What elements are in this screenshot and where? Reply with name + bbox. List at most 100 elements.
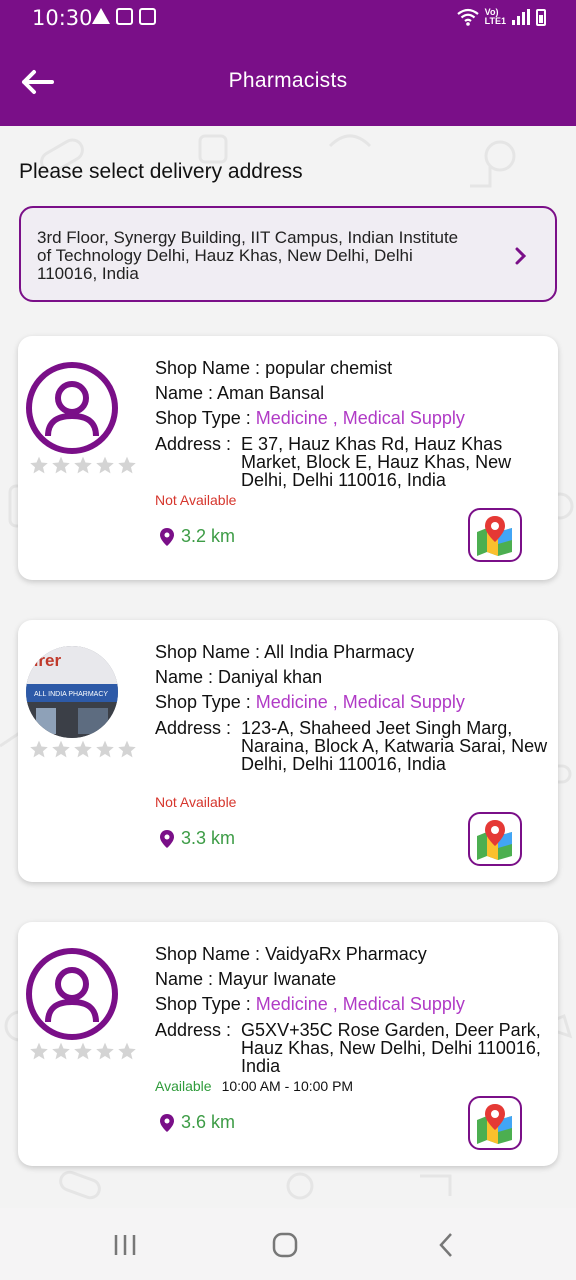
status-bar: 10:30 Vo) LTE1 — [0, 0, 576, 38]
shop-name-row: Shop Name : All India Pharmacy — [155, 640, 550, 665]
signal-icon — [512, 9, 530, 25]
shop-type: Medicine , Medical Supply — [255, 994, 465, 1014]
star-icon[interactable] — [29, 1041, 49, 1061]
name-label: Name : — [155, 969, 219, 989]
shop-type-label: Shop Type : — [155, 692, 256, 712]
address-label: Address : — [155, 718, 232, 738]
star-icon[interactable] — [29, 455, 49, 475]
shop-address: G5XV+35C Rose Garden, Deer Park, Hauz Kh… — [241, 1020, 541, 1076]
shop-type-row: Shop Type : Medicine , Medical Supply — [155, 406, 550, 431]
avatar: urer ALL INDIA PHARMACY — [26, 646, 118, 738]
availability-status: Not Available — [155, 492, 237, 508]
star-icon[interactable] — [95, 739, 115, 759]
shop-name: VaidyaRx Pharmacy — [265, 944, 427, 964]
availability-text: Available — [155, 1078, 212, 1094]
wifi-icon — [456, 8, 479, 26]
shop-type-row: Shop Type : Medicine , Medical Supply — [155, 690, 550, 715]
pharmacist-name: Mayur Iwanate — [218, 969, 337, 989]
network-type: Vo) LTE1 — [485, 8, 506, 26]
name-row: Name : Daniyal khan — [155, 665, 550, 690]
star-icon[interactable] — [95, 1041, 115, 1061]
map-button[interactable] — [468, 812, 522, 866]
star-icon[interactable] — [29, 739, 49, 759]
star-icon[interactable] — [51, 455, 71, 475]
star-icon[interactable] — [51, 739, 71, 759]
rating-stars[interactable] — [29, 455, 137, 475]
shop-name: popular chemist — [265, 358, 393, 378]
map-icon — [477, 820, 512, 860]
distance-value: 3.2 km — [181, 526, 236, 546]
rating-stars[interactable] — [29, 739, 137, 759]
recent-apps-icon[interactable] — [110, 1230, 140, 1260]
map-icon — [477, 1104, 512, 1144]
name-row: Name : Mayur Iwanate — [155, 967, 550, 992]
shop-name-row: Shop Name : popular chemist — [155, 356, 550, 381]
user-placeholder-icon — [45, 381, 99, 437]
status-time: 10:30 — [32, 6, 93, 30]
address-row: Address : G5XV+35C Rose Garden, Deer Par… — [155, 1021, 550, 1075]
warning-icon — [92, 8, 110, 24]
home-icon[interactable] — [270, 1230, 300, 1260]
pharmacist-card[interactable]: Shop Name : VaidyaRx Pharmacy Name : May… — [18, 922, 558, 1166]
distance: 3.6 km — [160, 1112, 235, 1133]
shop-type-label: Shop Type : — [155, 408, 256, 428]
pharmacist-name: Aman Bansal — [217, 383, 325, 403]
shop-address: E 37, Hauz Khas Rd, Hauz Khas Market, Bl… — [241, 434, 512, 490]
delivery-address-text: 3rd Floor, Synergy Building, IIT Campus,… — [37, 228, 459, 283]
avatar — [26, 362, 118, 454]
star-icon[interactable] — [117, 455, 137, 475]
star-icon[interactable] — [73, 739, 93, 759]
star-icon[interactable] — [73, 1041, 93, 1061]
shop-type-label: Shop Type : — [155, 994, 256, 1014]
battery-icon — [536, 8, 546, 26]
page-title: Pharmacists — [228, 69, 348, 92]
shop-name-label: Shop Name : — [155, 358, 266, 378]
shop-type: Medicine , Medical Supply — [255, 408, 465, 428]
map-button[interactable] — [468, 508, 522, 562]
shop-type: Medicine , Medical Supply — [255, 692, 465, 712]
shop-type-row: Shop Type : Medicine , Medical Supply — [155, 992, 550, 1017]
name-row: Name : Aman Bansal — [155, 381, 550, 406]
opening-hours: 10:00 AM - 10:00 PM — [221, 1078, 354, 1094]
distance: 3.2 km — [160, 526, 235, 547]
distance-value: 3.3 km — [181, 828, 236, 848]
notification-icons — [92, 8, 156, 25]
map-button[interactable] — [468, 1096, 522, 1150]
map-icon — [477, 516, 512, 556]
star-icon[interactable] — [117, 1041, 137, 1061]
back-icon[interactable] — [432, 1230, 462, 1260]
shop-sign-text: urer — [28, 651, 61, 670]
app-bar: Pharmacists — [0, 38, 576, 126]
star-icon[interactable] — [117, 739, 137, 759]
pharmacist-info: Shop Name : popular chemist Name : Aman … — [155, 356, 550, 489]
name-label: Name : — [155, 383, 218, 403]
address-label: Address : — [155, 434, 232, 454]
star-icon[interactable] — [95, 455, 115, 475]
delivery-address-selector[interactable]: 3rd Floor, Synergy Building, IIT Campus,… — [19, 206, 557, 302]
location-pin-icon — [160, 527, 174, 546]
avatar — [26, 948, 118, 1040]
availability-status: Not Available — [155, 794, 237, 810]
pharmacist-card[interactable]: Shop Name : popular chemist Name : Aman … — [18, 336, 558, 580]
name-label: Name : — [155, 667, 219, 687]
checkbox-icon — [139, 8, 156, 25]
location-pin-icon — [160, 829, 174, 848]
distance: 3.3 km — [160, 828, 235, 849]
star-icon[interactable] — [73, 455, 93, 475]
address-row: Address : 123-A, Shaheed Jeet Singh Marg… — [155, 719, 550, 773]
shop-name-label: Shop Name : — [155, 944, 266, 964]
user-placeholder-icon — [45, 967, 99, 1023]
star-icon[interactable] — [51, 1041, 71, 1061]
distance-value: 3.6 km — [181, 1112, 236, 1132]
availability-status: Available 10:00 AM - 10:00 PM — [155, 1078, 353, 1094]
pharmacist-info: Shop Name : All India Pharmacy Name : Da… — [155, 640, 550, 773]
delivery-heading: Please select delivery address — [19, 160, 303, 183]
shop-name: All India Pharmacy — [264, 642, 415, 662]
address-label: Address : — [155, 1020, 232, 1040]
pharmacist-card[interactable]: urer ALL INDIA PHARMACY Shop Name : All … — [18, 620, 558, 882]
rating-stars[interactable] — [29, 1041, 137, 1061]
shop-name-label: Shop Name : — [155, 642, 265, 662]
shop-name-row: Shop Name : VaidyaRx Pharmacy — [155, 942, 550, 967]
location-pin-icon — [160, 1113, 174, 1132]
pharmacist-info: Shop Name : VaidyaRx Pharmacy Name : May… — [155, 942, 550, 1075]
